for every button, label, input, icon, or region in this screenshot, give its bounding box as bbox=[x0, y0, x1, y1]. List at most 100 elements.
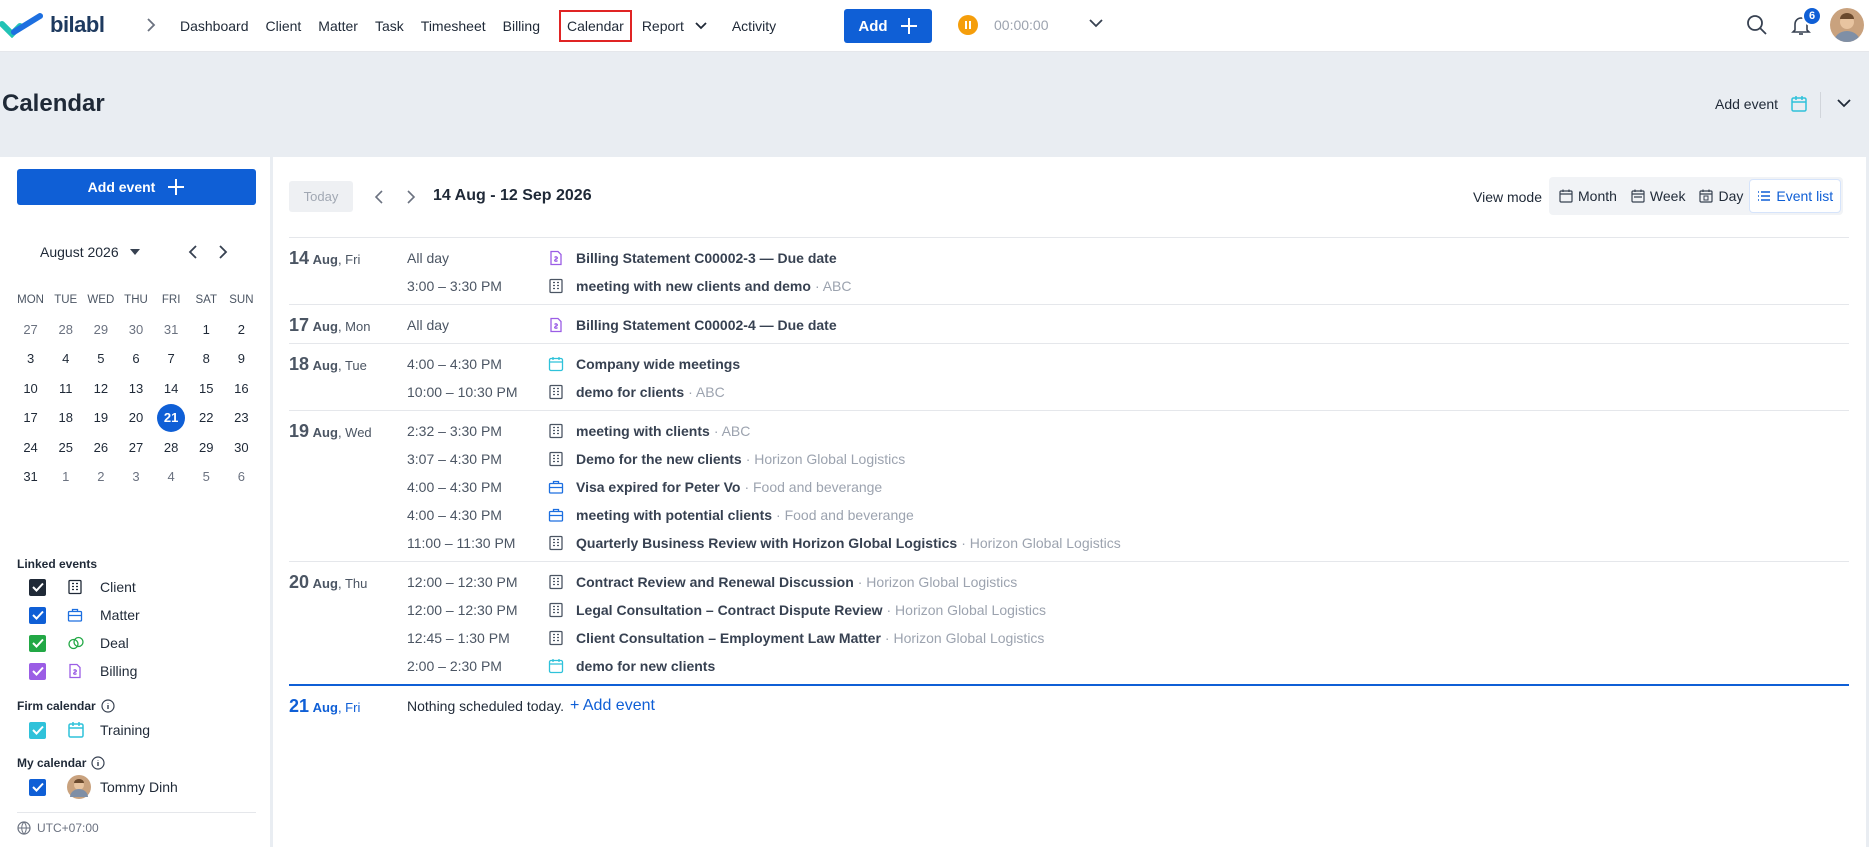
mini-calendar-day[interactable]: 24 bbox=[13, 440, 48, 455]
today-button[interactable]: Today bbox=[289, 181, 353, 212]
view-mode-month[interactable]: Month bbox=[1552, 180, 1624, 212]
mini-calendar-day[interactable]: 20 bbox=[118, 410, 153, 425]
event-title[interactable]: meeting with new clients and demo bbox=[576, 278, 811, 294]
mini-calendar-day[interactable]: 3 bbox=[13, 351, 48, 366]
mini-calendar-day[interactable]: 15 bbox=[189, 381, 224, 396]
view-mode-week[interactable]: Week bbox=[1624, 180, 1693, 212]
event-title[interactable]: Visa expired for Peter Vo bbox=[576, 479, 740, 495]
mini-calendar-day[interactable]: 22 bbox=[189, 410, 224, 425]
mini-calendar-day[interactable]: 3 bbox=[118, 469, 153, 484]
mini-calendar-day[interactable]: 30 bbox=[224, 440, 259, 455]
event-row[interactable]: 2:32 – 3:30 PM meeting with clients · ABC bbox=[289, 417, 1849, 445]
search-icon[interactable] bbox=[1746, 14, 1768, 36]
nav-report[interactable]: Report bbox=[642, 12, 708, 40]
timer-pause-icon[interactable] bbox=[958, 15, 978, 35]
matter-checkbox[interactable] bbox=[29, 606, 46, 624]
nav-task[interactable]: Task bbox=[375, 12, 404, 40]
mini-calendar-day[interactable]: 6 bbox=[224, 469, 259, 484]
event-title[interactable]: Company wide meetings bbox=[576, 356, 740, 372]
nav-billing[interactable]: Billing bbox=[503, 12, 540, 40]
bilabl-logo[interactable]: bilabl bbox=[0, 10, 105, 40]
nav-dashboard[interactable]: Dashboard bbox=[180, 12, 249, 40]
event-title[interactable]: meeting with clients bbox=[576, 423, 710, 439]
user-avatar[interactable] bbox=[1830, 8, 1864, 42]
mini-calendar-day[interactable]: 13 bbox=[118, 381, 153, 396]
chevron-right-icon[interactable] bbox=[144, 16, 158, 34]
event-row[interactable]: 4:00 – 4:30 PM meeting with potential cli… bbox=[289, 501, 1849, 529]
event-title[interactable]: demo for new clients bbox=[576, 658, 715, 674]
mini-calendar-day[interactable]: 1 bbox=[48, 469, 83, 484]
event-row[interactable]: 3:00 – 3:30 PM meeting with new clients a… bbox=[289, 272, 1849, 300]
mini-calendar-day[interactable]: 2 bbox=[83, 469, 118, 484]
today-add-event-link[interactable]: + Add event bbox=[570, 697, 655, 715]
event-title[interactable]: Billing Statement C00002-3 — Due date bbox=[576, 250, 837, 266]
event-row[interactable]: 2:00 – 2:30 PM demo for new clients bbox=[289, 652, 1849, 680]
mini-calendar-day[interactable]: 1 bbox=[189, 322, 224, 337]
info-icon[interactable] bbox=[91, 756, 105, 770]
user-calendar-checkbox[interactable] bbox=[29, 778, 46, 796]
mini-calendar-prev-icon[interactable] bbox=[186, 244, 200, 260]
mini-calendar-day[interactable]: 28 bbox=[154, 440, 189, 455]
header-add-event-button[interactable]: Add event bbox=[1715, 95, 1808, 113]
event-row[interactable]: 12:45 – 1:30 PM Client Consultation – Emp… bbox=[289, 624, 1849, 652]
linked-event-client[interactable]: Client bbox=[29, 577, 136, 597]
mini-calendar-day[interactable]: 5 bbox=[83, 351, 118, 366]
mini-calendar-day[interactable]: 11 bbox=[48, 381, 83, 396]
header-chevron-down-icon[interactable] bbox=[1836, 97, 1852, 109]
event-title[interactable]: Contract Review and Renewal Discussion bbox=[576, 574, 854, 590]
add-button[interactable]: Add bbox=[844, 9, 932, 43]
view-mode-day[interactable]: Day bbox=[1692, 180, 1750, 212]
nav-client[interactable]: Client bbox=[266, 12, 302, 40]
nav-timesheet[interactable]: Timesheet bbox=[421, 12, 486, 40]
linked-event-deal[interactable]: Deal bbox=[29, 633, 129, 653]
mini-calendar-day[interactable]: 12 bbox=[83, 381, 118, 396]
event-row[interactable]: 11:00 – 11:30 PM Quarterly Business Revie… bbox=[289, 529, 1849, 557]
event-row[interactable]: 10:00 – 10:30 PM demo for clients · ABC bbox=[289, 378, 1849, 406]
event-title[interactable]: Demo for the new clients bbox=[576, 451, 742, 467]
event-row[interactable]: All day Billing Statement C00002-4 — Due … bbox=[289, 311, 1849, 339]
event-title[interactable]: Billing Statement C00002-4 — Due date bbox=[576, 317, 837, 333]
nav-calendar[interactable]: Calendar bbox=[558, 10, 632, 42]
mini-calendar-day[interactable]: 31 bbox=[154, 322, 189, 337]
mini-calendar-day[interactable]: 5 bbox=[189, 469, 224, 484]
event-row[interactable]: All day Billing Statement C00002-3 — Due … bbox=[289, 244, 1849, 272]
mini-calendar-day[interactable]: 2 bbox=[224, 322, 259, 337]
event-row[interactable]: 3:07 – 4:30 PM Demo for the new clients · … bbox=[289, 445, 1849, 473]
firm-calendar-training[interactable]: Training bbox=[29, 720, 150, 740]
mini-calendar-day[interactable]: 30 bbox=[118, 322, 153, 337]
training-checkbox[interactable] bbox=[29, 721, 46, 739]
mini-calendar-day[interactable]: 4 bbox=[48, 351, 83, 366]
mini-calendar-day[interactable]: 29 bbox=[189, 440, 224, 455]
linked-event-billing[interactable]: Billing bbox=[29, 661, 137, 681]
mini-calendar-day[interactable]: 4 bbox=[154, 469, 189, 484]
event-row[interactable]: 4:00 – 4:30 PM Company wide meetings bbox=[289, 350, 1849, 378]
mini-calendar-day[interactable]: 10 bbox=[13, 381, 48, 396]
mini-calendar-day[interactable]: 31 bbox=[13, 469, 48, 484]
mini-calendar-day[interactable]: 27 bbox=[118, 440, 153, 455]
nav-matter[interactable]: Matter bbox=[318, 12, 358, 40]
sidebar-add-event-button[interactable]: Add event bbox=[17, 169, 256, 205]
mini-calendar-day[interactable]: 29 bbox=[83, 322, 118, 337]
prev-range-icon[interactable] bbox=[373, 189, 385, 205]
mini-calendar-day[interactable]: 7 bbox=[154, 351, 189, 366]
event-row[interactable]: 4:00 – 4:30 PM Visa expired for Peter Vo ·… bbox=[289, 473, 1849, 501]
event-title[interactable]: meeting with potential clients bbox=[576, 507, 772, 523]
event-row[interactable]: 12:00 – 12:30 PM Legal Consultation – Con… bbox=[289, 596, 1849, 624]
event-title[interactable]: Client Consultation – Employment Law Mat… bbox=[576, 630, 881, 646]
mini-calendar-next-icon[interactable] bbox=[216, 244, 230, 260]
event-title[interactable]: demo for clients bbox=[576, 384, 684, 400]
mini-calendar-day[interactable]: 25 bbox=[48, 440, 83, 455]
event-row[interactable]: 12:00 – 12:30 PM Contract Review and Rene… bbox=[289, 568, 1849, 596]
mini-calendar-day[interactable]: 8 bbox=[189, 351, 224, 366]
linked-event-matter[interactable]: Matter bbox=[29, 605, 140, 625]
my-calendar-user[interactable]: Tommy Dinh bbox=[29, 775, 178, 799]
deal-checkbox[interactable] bbox=[29, 634, 46, 652]
next-range-icon[interactable] bbox=[405, 189, 417, 205]
mini-calendar-day[interactable]: 23 bbox=[224, 410, 259, 425]
event-title[interactable]: Legal Consultation – Contract Dispute Re… bbox=[576, 602, 883, 618]
event-title[interactable]: Quarterly Business Review with Horizon G… bbox=[576, 535, 957, 551]
mini-calendar-day[interactable]: 19 bbox=[83, 410, 118, 425]
view-mode-event-list[interactable]: Event list bbox=[1750, 180, 1841, 212]
mini-calendar-day[interactable]: 28 bbox=[48, 322, 83, 337]
mini-calendar-day[interactable]: 9 bbox=[224, 351, 259, 366]
